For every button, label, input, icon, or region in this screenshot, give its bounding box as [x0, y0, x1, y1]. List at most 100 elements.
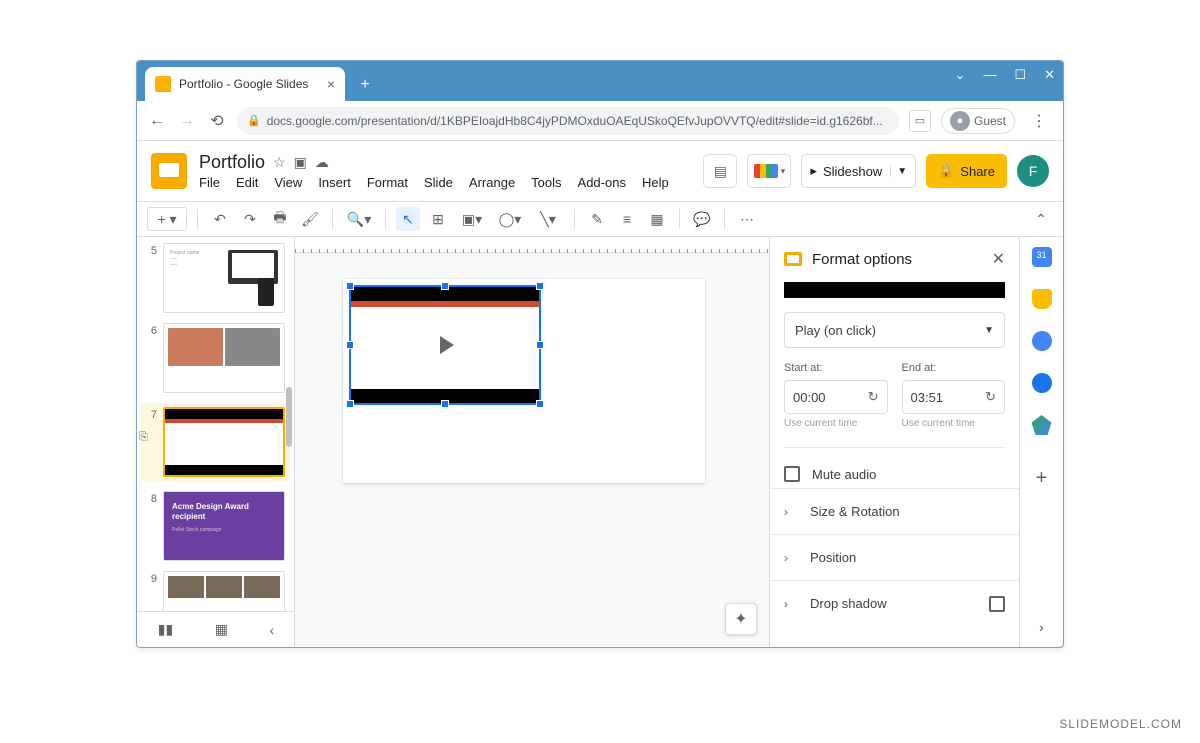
menu-slide[interactable]: Slide [424, 175, 453, 190]
more-icon[interactable]: ⋯ [735, 207, 759, 231]
menu-format[interactable]: Format [367, 175, 408, 190]
slide-canvas-area[interactable]: ✦ [295, 237, 769, 647]
slide-number: 6 [145, 323, 157, 393]
url-field[interactable]: 🔒 docs.google.com/presentation/d/1KBPEIo… [237, 107, 899, 135]
menu-help[interactable]: Help [642, 175, 669, 190]
chevron-down-icon[interactable]: ⌄ [955, 67, 966, 83]
menu-view[interactable]: View [274, 175, 302, 190]
guest-profile[interactable]: ● Guest [941, 108, 1015, 134]
app-header: Portfolio ☆ ▣ ☁ File Edit View Insert Fo… [137, 141, 1063, 201]
resize-handle[interactable] [536, 282, 544, 290]
resize-handle[interactable] [346, 282, 354, 290]
menu-file[interactable]: File [199, 175, 220, 190]
position-section[interactable]: › Position [770, 534, 1019, 580]
calendar-icon[interactable] [1032, 247, 1052, 267]
close-icon[interactable]: ✕ [992, 249, 1005, 269]
collapse-filmstrip-icon[interactable]: ‹ [270, 622, 275, 638]
slides-logo-icon[interactable] [151, 153, 187, 189]
keep-icon[interactable] [1032, 289, 1052, 309]
menu-arrange[interactable]: Arrange [469, 175, 515, 190]
video-object[interactable] [349, 285, 541, 405]
side-panel: + › [1019, 237, 1063, 647]
refresh-icon[interactable]: ↻ [868, 389, 879, 405]
maximize-icon[interactable]: ☐ [1014, 67, 1026, 83]
extension-icon[interactable]: ▭ [909, 110, 931, 132]
paint-format-icon[interactable]: 🖌 [298, 207, 322, 231]
slide-thumbnail[interactable]: 8 Acme Design Award recipientPellet Stoc… [145, 491, 290, 561]
border-icon[interactable]: ▦ [645, 207, 669, 231]
end-time-field[interactable]: 03:51 ↻ [902, 380, 1006, 414]
slide-thumbnail[interactable]: 5 Project name──── [145, 243, 290, 313]
ruler [295, 237, 769, 253]
drop-shadow-section[interactable]: › Drop shadow [770, 580, 1019, 626]
meet-button[interactable]: ▾ [747, 154, 791, 188]
scrollbar[interactable] [286, 387, 292, 447]
undo-icon[interactable]: ↶ [208, 207, 232, 231]
size-rotation-section[interactable]: › Size & Rotation [770, 488, 1019, 534]
slide-thumbnail[interactable]: 7 ⎘ [141, 403, 290, 481]
new-tab-button[interactable]: + [351, 71, 379, 99]
shape-icon[interactable]: ◯▾ [494, 207, 526, 231]
close-icon[interactable]: × [327, 76, 335, 92]
cloud-icon[interactable]: ☁ [315, 154, 329, 171]
textbox-icon[interactable]: ⊞ [426, 207, 450, 231]
comment-icon[interactable]: 💬 [690, 207, 714, 231]
mask-icon[interactable]: ≡ [615, 207, 639, 231]
checkbox-icon[interactable] [989, 596, 1005, 612]
redo-icon[interactable]: ↷ [238, 207, 262, 231]
section-label: Position [810, 550, 856, 565]
use-current-time-hint[interactable]: Use current time [784, 418, 888, 429]
resize-handle[interactable] [346, 341, 354, 349]
move-icon[interactable]: ▣ [294, 154, 307, 171]
comments-icon[interactable]: ▤ [703, 154, 737, 188]
account-avatar[interactable]: F [1017, 155, 1049, 187]
contacts-icon[interactable] [1032, 373, 1052, 393]
start-time-field[interactable]: 00:00 ↻ [784, 380, 888, 414]
document-title[interactable]: Portfolio [199, 152, 265, 173]
resize-handle[interactable] [441, 400, 449, 408]
back-icon[interactable]: ← [147, 111, 167, 131]
chevron-down-icon: ▼ [984, 325, 994, 336]
collapse-icon[interactable]: ⌃ [1029, 207, 1053, 231]
resize-handle[interactable] [346, 400, 354, 408]
slide-canvas[interactable] [343, 279, 705, 483]
resize-handle[interactable] [536, 400, 544, 408]
zoom-icon[interactable]: 🔍▾ [343, 207, 375, 231]
resize-handle[interactable] [536, 341, 544, 349]
tasks-icon[interactable] [1032, 331, 1052, 351]
image-icon[interactable]: ▣▾ [456, 207, 488, 231]
minimize-icon[interactable]: — [983, 67, 996, 83]
slideshow-button[interactable]: ▸ Slideshow ▼ [801, 154, 916, 188]
browser-tab[interactable]: Portfolio - Google Slides × [145, 67, 345, 101]
menu-tools[interactable]: Tools [531, 175, 561, 190]
chevron-down-icon[interactable]: ▼ [890, 166, 907, 177]
select-icon[interactable]: ↖ [396, 207, 420, 231]
refresh-icon[interactable]: ↻ [985, 389, 996, 405]
play-icon[interactable] [423, 323, 467, 367]
close-window-icon[interactable]: ✕ [1044, 67, 1055, 83]
star-icon[interactable]: ☆ [273, 154, 286, 171]
reload-icon[interactable]: ⟲ [207, 111, 227, 131]
menu-addons[interactable]: Add-ons [578, 175, 626, 190]
filmstrip-view-icon[interactable]: ▮▮ [158, 621, 173, 638]
maps-icon[interactable] [1032, 415, 1052, 435]
expand-icon[interactable]: › [1039, 619, 1044, 635]
add-icon[interactable]: + [1036, 467, 1048, 490]
mute-audio-checkbox[interactable]: Mute audio [784, 466, 1005, 482]
slide-thumbnail[interactable]: 6 [145, 323, 290, 393]
share-button[interactable]: 🔒 Share [926, 154, 1007, 188]
print-icon[interactable]: 🖶 [268, 207, 292, 231]
menu-edit[interactable]: Edit [236, 175, 258, 190]
browser-menu-icon[interactable]: ⋮ [1025, 111, 1053, 131]
grid-view-icon[interactable]: ▦ [215, 621, 228, 638]
line-icon[interactable]: ╲▾ [532, 207, 564, 231]
explore-button[interactable]: ✦ [725, 603, 757, 635]
menu-insert[interactable]: Insert [318, 175, 351, 190]
new-slide-button[interactable]: + ▾ [147, 207, 187, 231]
forward-icon[interactable]: → [177, 111, 197, 131]
play-mode-select[interactable]: Play (on click) ▼ [784, 312, 1005, 348]
use-current-time-hint[interactable]: Use current time [902, 418, 1006, 429]
crop-icon[interactable]: ✎ [585, 207, 609, 231]
tab-title: Portfolio - Google Slides [179, 77, 319, 91]
resize-handle[interactable] [441, 282, 449, 290]
